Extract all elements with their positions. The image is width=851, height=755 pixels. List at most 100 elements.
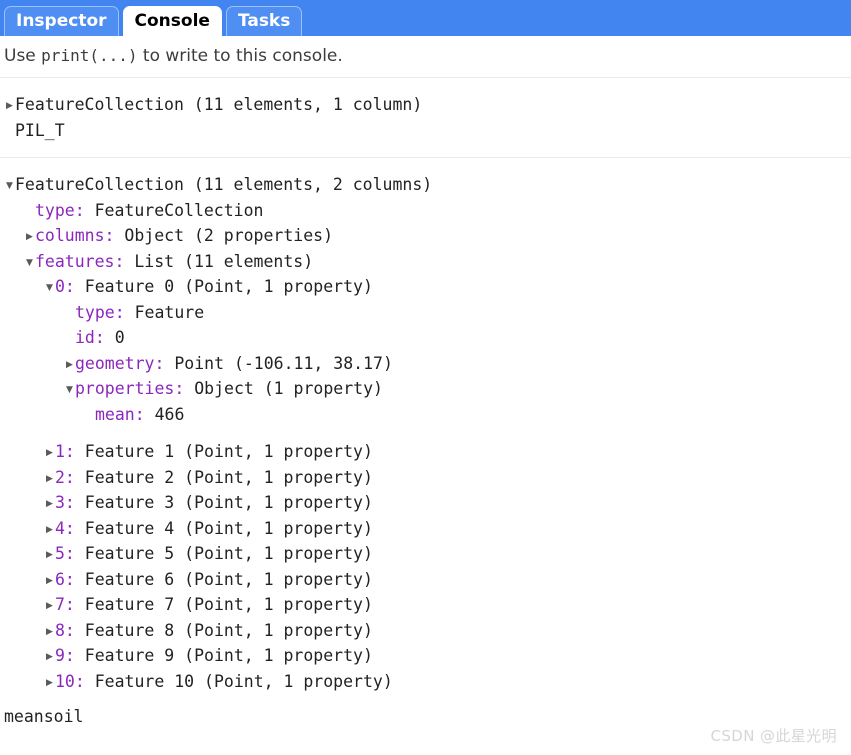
tree-node-key: 2: bbox=[55, 467, 75, 487]
tree-node-value: Point (-106.11, 38.17) bbox=[164, 353, 393, 373]
tree-node-key: 0: bbox=[55, 277, 75, 296]
chevron-right-icon[interactable]: ▶ bbox=[44, 441, 55, 467]
chevron-right-icon[interactable]: ▶ bbox=[24, 225, 35, 251]
tree-line-gap bbox=[0, 427, 851, 439]
chevron-right-icon[interactable]: ▶ bbox=[44, 569, 55, 595]
watermark: CSDN @此星光明 bbox=[710, 727, 837, 745]
tree-line[interactable]: ▼ properties: Object (1 property) bbox=[0, 376, 851, 402]
chevron-right-icon[interactable]: ▶ bbox=[44, 620, 55, 646]
tree-line[interactable]: ▶ 4: Feature 4 (Point, 1 property) bbox=[0, 516, 851, 542]
tree-node-key: geometry: bbox=[75, 353, 165, 373]
tree-node-value: Feature 6 (Point, 1 property) bbox=[74, 569, 373, 589]
tree-node-key: features: bbox=[35, 251, 125, 271]
tree-line[interactable]: ▶ 6: Feature 6 (Point, 1 property) bbox=[0, 567, 851, 593]
tab-tasks-label: Tasks bbox=[237, 11, 291, 31]
tree-line[interactable]: ▼ FeatureCollection (11 elements, 2 colum… bbox=[0, 172, 851, 198]
chevron-right-icon[interactable]: ▶ bbox=[44, 467, 55, 493]
tree-node-key: 1: bbox=[55, 442, 75, 461]
tree-line[interactable]: ▼ 0: Feature 0 (Point, 1 property) bbox=[0, 274, 851, 300]
tree-line[interactable]: ▶ 2: Feature 2 (Point, 1 property) bbox=[0, 465, 851, 491]
chevron-right-icon[interactable]: ▶ bbox=[44, 671, 55, 697]
chevron-right-icon[interactable]: ▶ bbox=[4, 94, 15, 120]
console-hint-after: to write to this console. bbox=[137, 46, 343, 66]
tab-tasks[interactable]: Tasks bbox=[225, 6, 303, 36]
tree-line[interactable]: ▼ features: List (11 elements) bbox=[0, 249, 851, 275]
chevron-right-icon[interactable]: ▶ bbox=[44, 594, 55, 620]
tab-console-label: Console bbox=[134, 11, 210, 31]
chevron-right-icon[interactable]: ▶ bbox=[44, 492, 55, 518]
tree-node-value: Feature 9 (Point, 1 property) bbox=[74, 646, 373, 665]
tree-node-key: 10: bbox=[55, 671, 85, 691]
tree-indent-spacer: ▶ bbox=[24, 200, 35, 226]
tree-node-value: Feature 3 (Point, 1 property) bbox=[74, 493, 373, 512]
tree-node-key: 3: bbox=[55, 493, 75, 512]
chevron-down-icon[interactable]: ▼ bbox=[64, 378, 75, 404]
tab-inspector-label: Inspector bbox=[16, 11, 107, 31]
tree-line: ▶PIL_T bbox=[0, 118, 851, 144]
tree-line[interactable]: ▶ 5: Feature 5 (Point, 1 property) bbox=[0, 541, 851, 567]
tree-node-key: 7: bbox=[55, 595, 75, 614]
tree-node-value: 0 bbox=[104, 328, 125, 347]
console-output-text: meansoil bbox=[4, 707, 84, 726]
tree-line[interactable]: ▶ 9: Feature 9 (Point, 1 property) bbox=[0, 643, 851, 669]
chevron-right-icon[interactable]: ▶ bbox=[44, 518, 55, 544]
chevron-down-icon[interactable]: ▼ bbox=[4, 174, 15, 200]
tree-node-key: id: bbox=[75, 328, 105, 347]
tree-line[interactable]: ▶ 8: Feature 8 (Point, 1 property) bbox=[0, 618, 851, 644]
tree-node-value: Object (1 property) bbox=[184, 379, 383, 398]
tree-node-key: 8: bbox=[55, 620, 75, 640]
tree-node-key: columns: bbox=[35, 226, 115, 245]
chevron-right-icon[interactable]: ▶ bbox=[64, 353, 75, 379]
tree-node-value: Feature 10 (Point, 1 property) bbox=[84, 671, 393, 691]
tree-node-key: 6: bbox=[55, 569, 75, 589]
tree-node-value: FeatureCollection (11 elements, 2 column… bbox=[15, 175, 433, 194]
tree-node-value: FeatureCollection bbox=[84, 200, 264, 220]
tab-inspector[interactable]: Inspector bbox=[4, 6, 119, 36]
chevron-right-icon[interactable]: ▶ bbox=[44, 645, 55, 671]
tab-bar: Inspector Console Tasks bbox=[0, 0, 851, 36]
console-block-collapsed: ▶ FeatureCollection (11 elements, 1 colum… bbox=[0, 78, 851, 157]
tree-node-key: type: bbox=[75, 302, 125, 322]
tree-node-value: FeatureCollection (11 elements, 1 column… bbox=[15, 95, 423, 114]
tree-line[interactable]: ▶ 3: Feature 3 (Point, 1 property) bbox=[0, 490, 851, 516]
tree-indent-spacer: ▶ bbox=[84, 404, 95, 430]
tree-node-key: 9: bbox=[55, 646, 75, 665]
tree-indent-spacer: ▶ bbox=[64, 327, 75, 353]
tree-line[interactable]: ▶ FeatureCollection (11 elements, 1 colum… bbox=[0, 92, 851, 118]
chevron-right-icon[interactable]: ▶ bbox=[44, 543, 55, 569]
tree-node-key: type: bbox=[35, 200, 85, 220]
tree-node-value: Feature 7 (Point, 1 property) bbox=[74, 595, 373, 614]
chevron-down-icon[interactable]: ▼ bbox=[44, 276, 55, 302]
console-hint-before: Use bbox=[4, 46, 42, 66]
tree-node-value: Feature 8 (Point, 1 property) bbox=[74, 620, 373, 640]
tree-node-key: 4: bbox=[55, 518, 75, 538]
console-hint-code: print(...) bbox=[41, 46, 138, 65]
tree-node-value: List (11 elements) bbox=[124, 251, 314, 271]
tree-node-value: Feature 2 (Point, 1 property) bbox=[74, 467, 373, 487]
console-block-expanded: ▼ FeatureCollection (11 elements, 2 colum… bbox=[0, 158, 851, 743]
console-hint: Use print(...) to write to this console. bbox=[0, 36, 851, 77]
tree-node-value: Feature 1 (Point, 1 property) bbox=[74, 442, 373, 461]
tree-node-value: Feature 5 (Point, 1 property) bbox=[74, 544, 373, 563]
tree-line[interactable]: ▶ 10: Feature 10 (Point, 1 property) bbox=[0, 669, 851, 695]
tab-console[interactable]: Console bbox=[122, 6, 222, 36]
tree-line[interactable]: ▶ 1: Feature 1 (Point, 1 property) bbox=[0, 439, 851, 465]
tree-line: ▶id: 0 bbox=[0, 325, 851, 351]
tree-node-value: PIL_T bbox=[15, 120, 65, 140]
tree-indent-spacer: ▶ bbox=[64, 302, 75, 328]
tree-node-value: Object (2 properties) bbox=[114, 226, 334, 245]
tree-node-key: mean: bbox=[95, 404, 145, 424]
tree-line[interactable]: ▶ geometry: Point (-106.11, 38.17) bbox=[0, 351, 851, 377]
tree-node-value: 466 bbox=[144, 404, 185, 424]
tree-line[interactable]: ▶ 7: Feature 7 (Point, 1 property) bbox=[0, 592, 851, 618]
chevron-down-icon[interactable]: ▼ bbox=[24, 251, 35, 277]
tree-node-key: properties: bbox=[75, 379, 185, 398]
tree-line: ▶type: Feature bbox=[0, 300, 851, 326]
tree-indent-spacer: ▶ bbox=[4, 120, 15, 146]
tree-node-value: Feature 0 (Point, 1 property) bbox=[74, 277, 373, 296]
tree-node-key: 5: bbox=[55, 544, 75, 563]
tree-line[interactable]: ▶ columns: Object (2 properties) bbox=[0, 223, 851, 249]
console-panel: Use print(...) to write to this console.… bbox=[0, 36, 851, 743]
tree-line: ▶mean: 466 bbox=[0, 402, 851, 428]
tree-node-value: Feature bbox=[124, 302, 205, 322]
